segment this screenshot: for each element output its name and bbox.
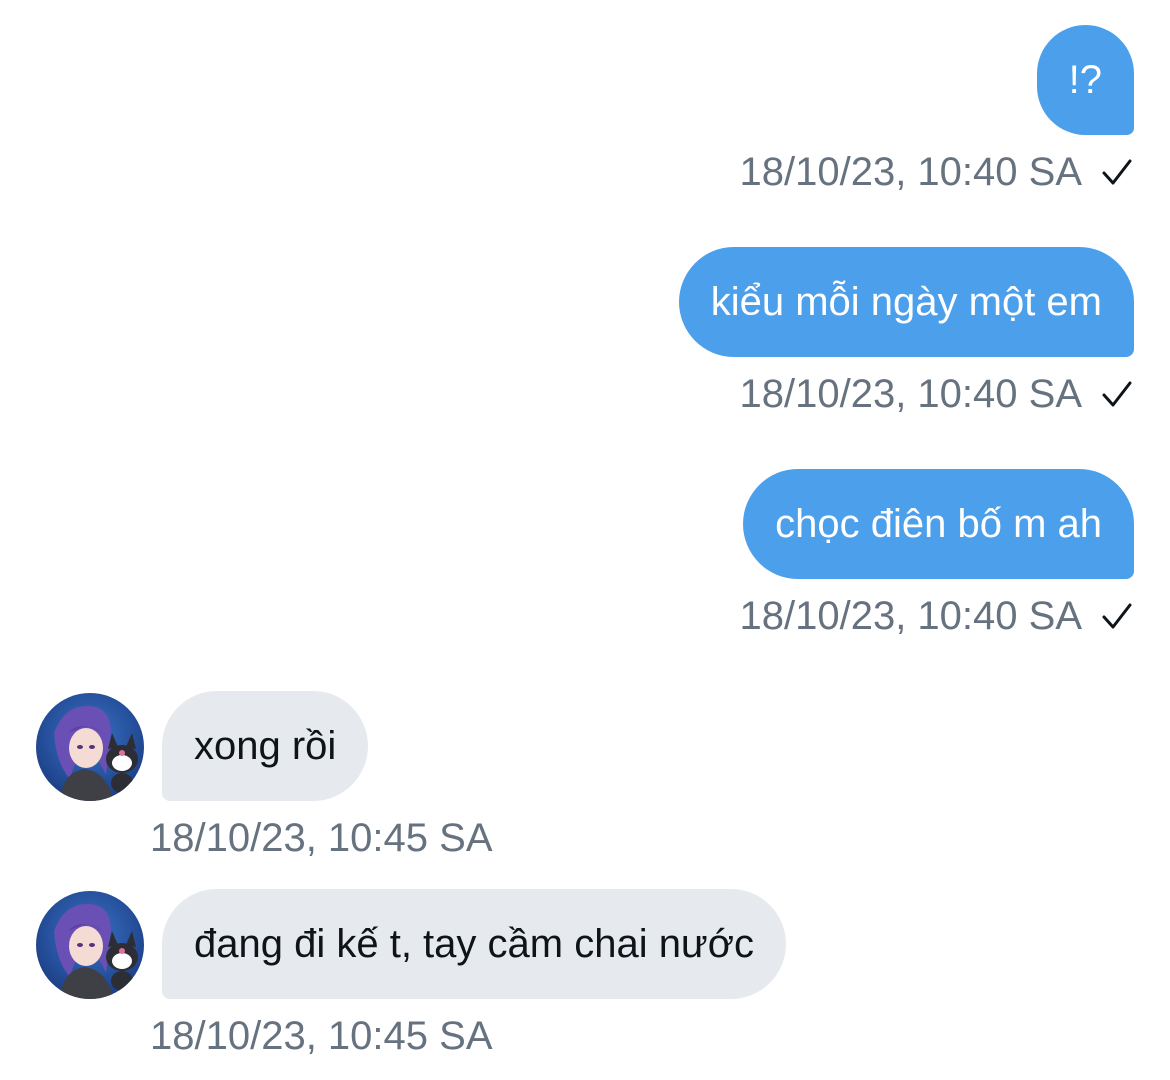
check-icon: [1102, 381, 1132, 407]
message-timestamp: 18/10/23, 10:45 SA: [150, 1014, 493, 1058]
avatar-image: [36, 693, 144, 801]
message-timestamp: 18/10/23, 10:40 SA: [739, 372, 1083, 416]
check-icon: [1102, 159, 1132, 185]
message-bubble-outgoing[interactable]: chọc điên bố m ah: [743, 469, 1134, 579]
message-meta: 18/10/23, 10:40 SA: [740, 592, 1135, 640]
message-timestamp: 18/10/23, 10:40 SA: [739, 150, 1083, 194]
message-meta: 18/10/23, 10:40 SA: [740, 370, 1135, 418]
avatar-image: [36, 891, 144, 999]
message-timestamp: 18/10/23, 10:45 SA: [150, 816, 493, 860]
message-meta: 18/10/23, 10:40 SA: [740, 148, 1135, 196]
message-bubble-outgoing[interactable]: kiểu mỗi ngày một em: [678, 247, 1134, 357]
avatar[interactable]: [36, 693, 144, 801]
avatar[interactable]: [36, 891, 144, 999]
message-bubble-incoming[interactable]: xong rồi: [162, 691, 369, 801]
message-bubble-incoming[interactable]: đang đi kế t, tay cầm chai nước: [162, 889, 786, 999]
message-bubble-outgoing[interactable]: !?: [1036, 25, 1134, 135]
check-icon: [1102, 603, 1132, 629]
message-thread: !? 18/10/23, 10:40 SA kiểu mỗi ngày một …: [0, 0, 1170, 1080]
message-timestamp: 18/10/23, 10:40 SA: [739, 594, 1083, 638]
